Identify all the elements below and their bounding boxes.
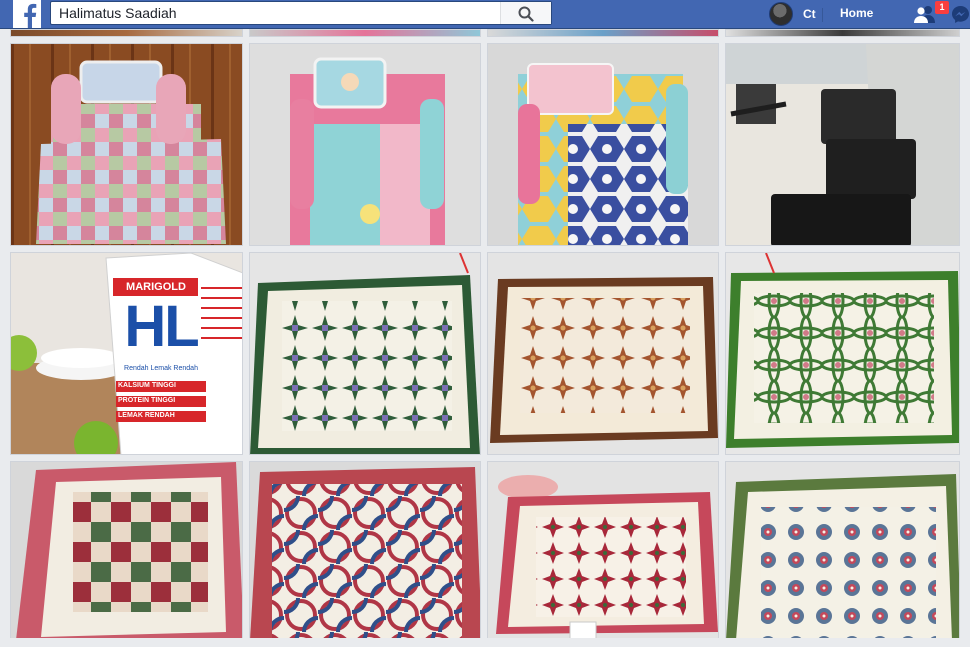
photo-tile[interactable] bbox=[249, 461, 481, 639]
photo-tile[interactable]: MARIGOLD HL Rendah Lemak Rendah KALSIUM … bbox=[10, 252, 243, 455]
milk-product-text: HL bbox=[124, 294, 199, 359]
photo-tile-cropped[interactable] bbox=[725, 29, 960, 37]
profile-name: Ct bbox=[803, 7, 816, 21]
search-icon bbox=[518, 6, 534, 22]
photo-tile[interactable] bbox=[725, 43, 960, 246]
photo-tile[interactable] bbox=[249, 252, 481, 455]
photo-tile[interactable] bbox=[725, 252, 960, 455]
photo-tile-cropped[interactable] bbox=[249, 29, 481, 37]
photo-tile[interactable] bbox=[487, 461, 719, 639]
milk-claim-1: KALSIUM TINGGI bbox=[118, 382, 176, 389]
page-bottom bbox=[0, 638, 970, 647]
photo-tile[interactable] bbox=[10, 461, 243, 639]
photo-tile[interactable] bbox=[10, 43, 243, 246]
milk-claim-2: PROTEIN TINGGI bbox=[118, 397, 176, 404]
photo-tile-cropped[interactable] bbox=[10, 29, 243, 37]
nav-divider bbox=[822, 8, 823, 22]
milk-brand-text: MARIGOLD bbox=[126, 281, 186, 293]
profile-link[interactable]: Ct bbox=[769, 2, 816, 26]
search-button[interactable] bbox=[500, 2, 551, 24]
photo-tile[interactable] bbox=[725, 461, 960, 639]
milk-subtitle-text: Rendah Lemak Rendah bbox=[124, 365, 198, 372]
home-link[interactable]: Home bbox=[840, 6, 873, 20]
photo-tile[interactable] bbox=[487, 252, 719, 455]
facebook-logo-icon[interactable] bbox=[13, 0, 41, 28]
photo-grid: MARIGOLD HL Rendah Lemak Rendah KALSIUM … bbox=[0, 29, 970, 647]
photo-tile-cropped[interactable] bbox=[487, 29, 719, 37]
search-input[interactable] bbox=[59, 4, 499, 22]
photo-tile[interactable] bbox=[249, 43, 481, 246]
milk-claim-3: LEMAK RENDAH bbox=[118, 412, 175, 419]
photo-tile[interactable] bbox=[487, 43, 719, 246]
search-box bbox=[50, 1, 552, 25]
avatar bbox=[769, 2, 793, 26]
top-navigation-bar: Ct Home 1 bbox=[0, 0, 970, 29]
notification-badge: 1 bbox=[934, 0, 950, 15]
messenger-icon[interactable] bbox=[951, 5, 970, 24]
